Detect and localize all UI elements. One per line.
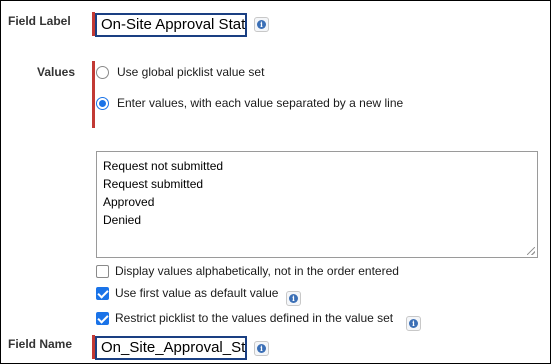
values-label: Values — [37, 65, 76, 79]
picklist-field-form: Field Label On-Site Approval Status i Va… — [0, 0, 551, 364]
picklist-value-line: Request not submitted — [103, 159, 224, 173]
global-picklist-radio[interactable] — [96, 66, 109, 79]
restrict-picklist-label: Restrict picklist to the values defined … — [115, 311, 394, 325]
enter-values-radio[interactable] — [96, 97, 109, 110]
picklist-value-line: Denied — [103, 213, 142, 227]
default-first-value-checkbox[interactable] — [96, 287, 109, 300]
restrict-picklist-checkbox[interactable] — [96, 312, 109, 325]
required-indicator — [92, 335, 95, 359]
field-label-input[interactable]: On-Site Approval Status — [95, 13, 247, 37]
enter-values-option-label: Enter values, with each value separated … — [117, 96, 404, 110]
required-indicator — [92, 12, 95, 36]
field-label-label: Field Label — [8, 14, 71, 28]
resize-handle[interactable] — [527, 247, 535, 255]
sort-alphabetically-label: Display values alphabetically, not in th… — [115, 264, 399, 278]
info-icon[interactable]: i — [254, 17, 269, 32]
picklist-value-line: Approved — [103, 195, 155, 209]
sort-alphabetically-checkbox[interactable] — [96, 265, 109, 278]
required-indicator — [92, 61, 95, 128]
default-first-value-label: Use first value as default value — [115, 286, 279, 300]
picklist-values-textarea[interactable]: Request not submitted Request submitted … — [96, 151, 538, 258]
field-name-input[interactable]: On_Site_Approval_Status — [95, 336, 247, 360]
global-picklist-option-label: Use global picklist value set — [117, 65, 265, 79]
picklist-value-line: Request submitted — [103, 177, 204, 191]
info-icon[interactable]: i — [406, 316, 421, 331]
info-icon[interactable]: i — [286, 291, 301, 306]
info-icon[interactable]: i — [254, 341, 269, 356]
field-name-label: Field Name — [8, 337, 73, 351]
